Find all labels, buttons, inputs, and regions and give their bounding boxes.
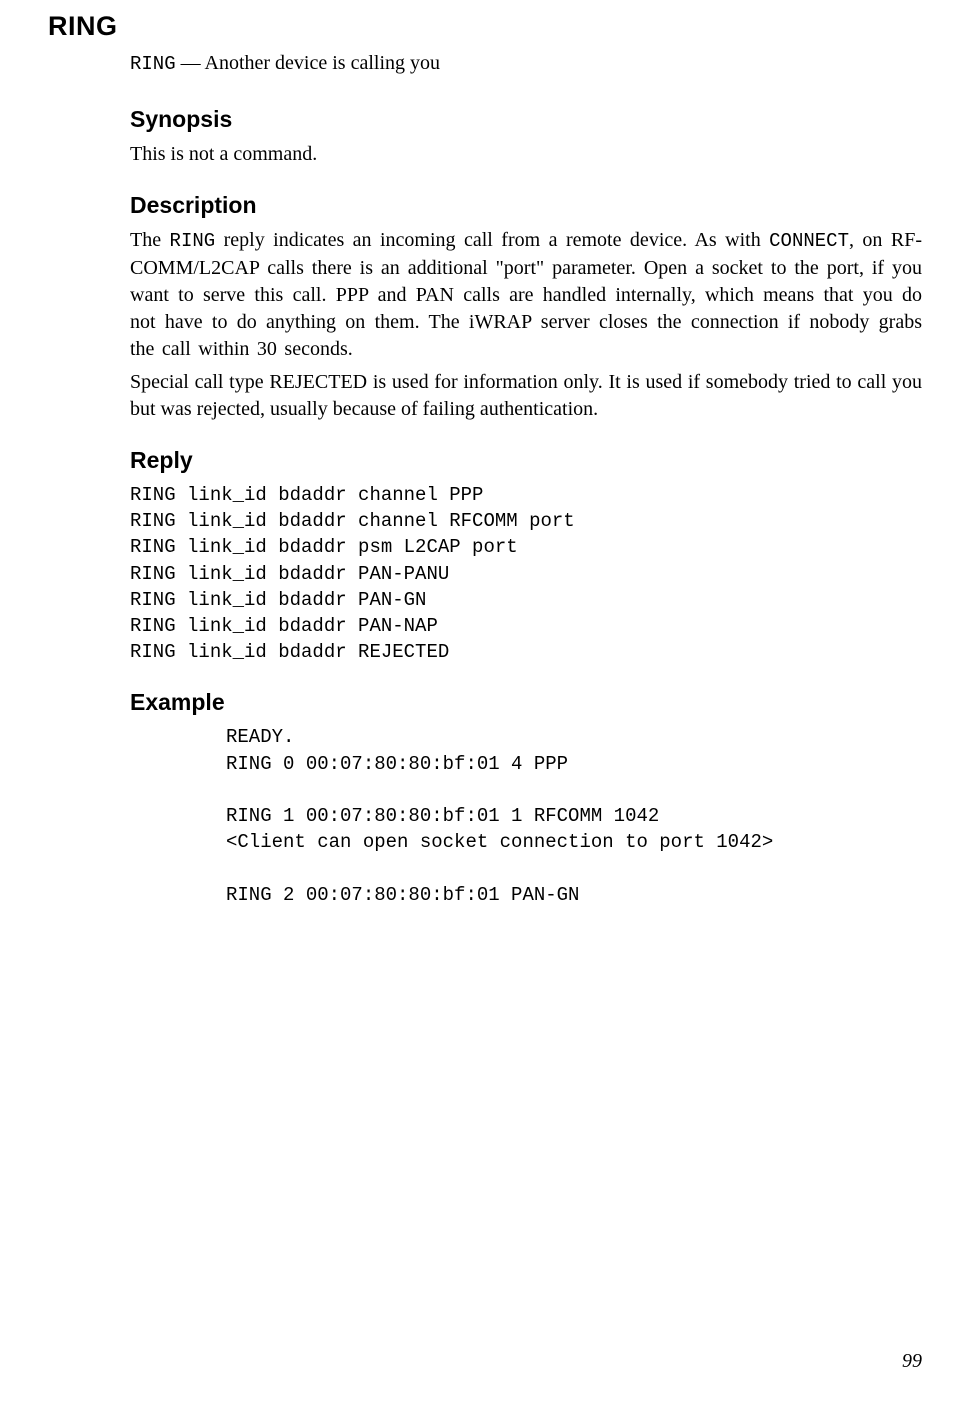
- name-line: RING — Another device is calling you: [130, 50, 922, 78]
- synopsis-heading: Synopsis: [130, 104, 922, 135]
- description-para1: The RING reply indicates an incoming cal…: [130, 227, 922, 363]
- description-cmd-connect: CONNECT: [769, 230, 849, 252]
- example-heading: Example: [130, 687, 922, 718]
- example-block: READY. RING 0 00:07:80:80:bf:01 4 PPP RI…: [130, 724, 922, 908]
- name-description: Another device is calling you: [205, 52, 441, 74]
- synopsis-body: This is not a command.: [130, 141, 922, 168]
- description-pre: The: [130, 229, 170, 251]
- name-command: RING: [130, 53, 176, 75]
- reply-block: RING link_id bdaddr channel PPP RING lin…: [130, 482, 922, 666]
- page-title: RING: [48, 8, 922, 44]
- reply-heading: Reply: [130, 445, 922, 476]
- name-separator: —: [176, 52, 205, 74]
- description-mid: reply indicates an incoming call from a …: [215, 229, 769, 251]
- description-heading: Description: [130, 190, 922, 221]
- description-cmd-ring: RING: [170, 230, 216, 252]
- description-para2: Special call type REJECTED is used for i…: [130, 369, 922, 423]
- page-number: 99: [902, 1348, 922, 1375]
